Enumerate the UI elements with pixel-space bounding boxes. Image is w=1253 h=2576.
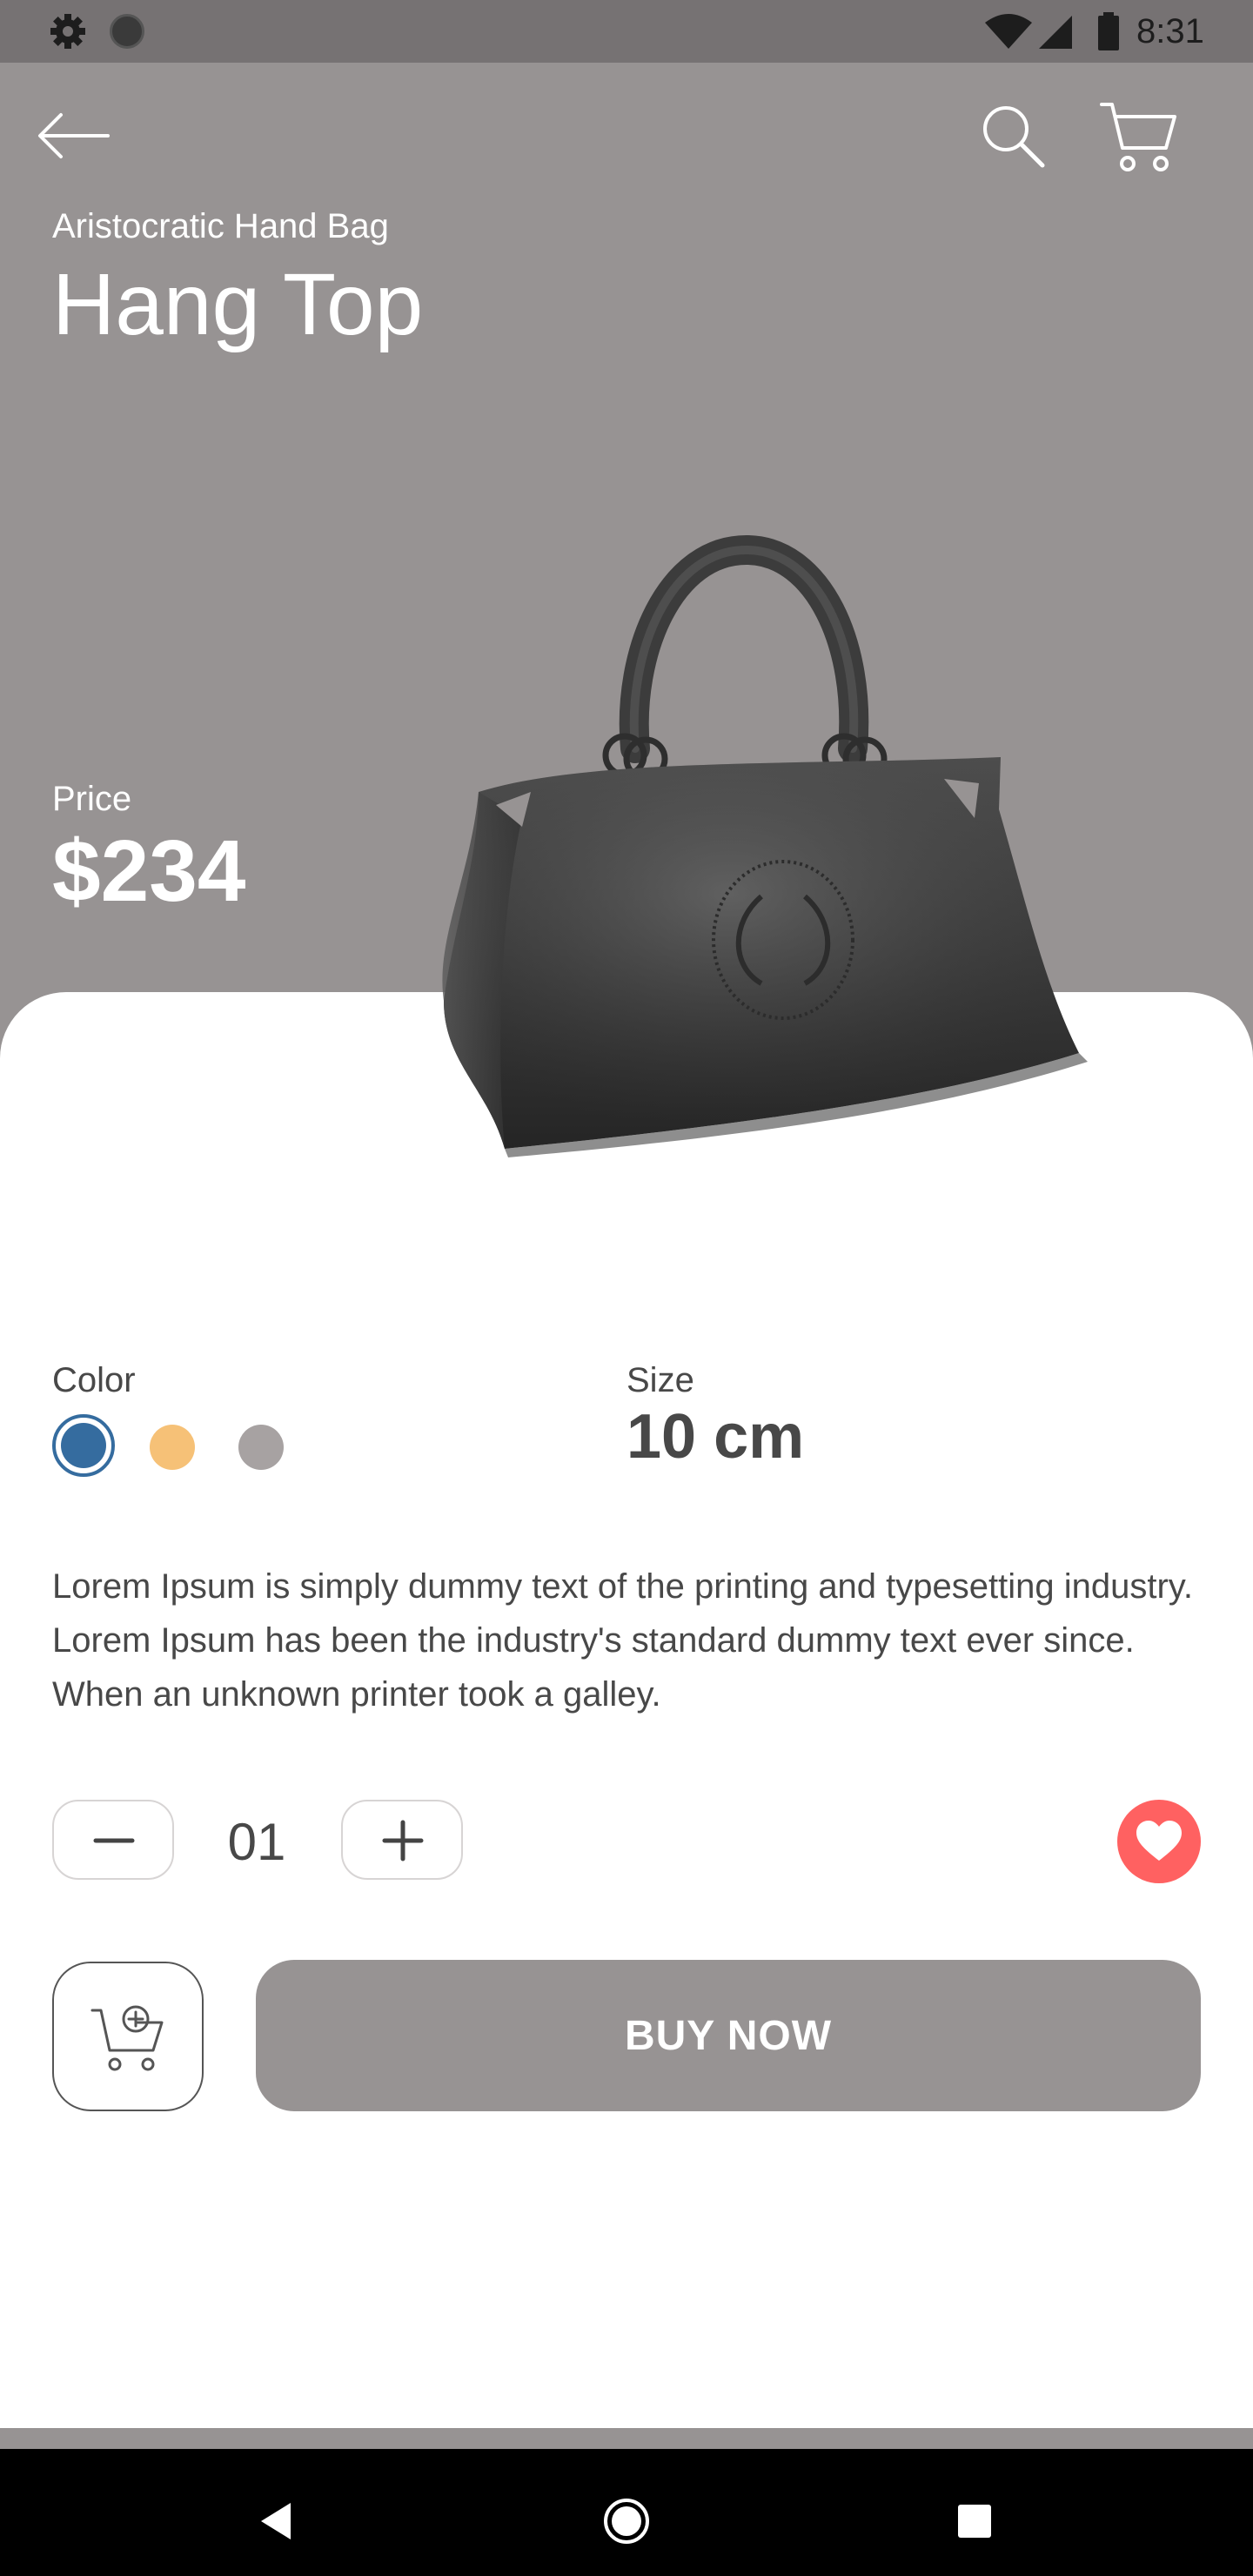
wifi-icon	[985, 14, 1032, 49]
color-swatch-blue[interactable]	[52, 1414, 115, 1477]
color-label: Color	[52, 1361, 136, 1399]
plus-icon	[382, 1820, 424, 1862]
favorite-button[interactable]	[1117, 1800, 1201, 1883]
signal-icon	[1039, 16, 1072, 49]
gear-icon	[50, 14, 85, 49]
navigation-bar	[0, 2449, 1253, 2576]
battery-icon	[1098, 12, 1119, 50]
increment-button[interactable]	[341, 1800, 463, 1880]
product-description: Lorem Ipsum is simply dummy text of the …	[52, 1567, 1193, 1714]
status-bar: 8:31	[0, 0, 1253, 63]
color-swatch-orange[interactable]	[150, 1425, 195, 1470]
size-value: 10 cm	[626, 1402, 805, 1472]
buy-now-button[interactable]: BUY NOW	[256, 1960, 1201, 2111]
heart-icon	[1136, 1821, 1182, 1861]
price-label: Price	[52, 780, 132, 818]
size-label: Size	[626, 1361, 694, 1399]
nav-home-icon[interactable]	[603, 2498, 650, 2545]
nav-back-icon[interactable]	[258, 2501, 292, 2541]
nav-recents-icon[interactable]	[958, 2505, 991, 2538]
decrement-button[interactable]	[52, 1800, 174, 1880]
color-swatch-gray[interactable]	[238, 1425, 284, 1470]
product-name: Hang Top	[52, 256, 424, 353]
product-detail-screen: 8:31 Aristocratic Hand Bag Hang Top Pric…	[0, 0, 1253, 2576]
add-to-cart-icon	[90, 2005, 164, 2071]
cart-icon[interactable]	[1100, 99, 1178, 174]
product-category: Aristocratic Hand Bag	[52, 207, 389, 245]
circle-icon	[110, 14, 144, 49]
quantity-value: 01	[227, 1813, 286, 1871]
price-value: $234	[52, 822, 246, 920]
back-arrow-icon[interactable]	[35, 104, 111, 167]
handbag-image	[442, 534, 1088, 1157]
bottom-strip	[0, 2428, 1253, 2449]
search-icon[interactable]	[978, 101, 1048, 171]
minus-icon	[93, 1838, 135, 1843]
status-time: 8:31	[1136, 12, 1204, 50]
add-to-cart-button[interactable]	[52, 1962, 204, 2111]
